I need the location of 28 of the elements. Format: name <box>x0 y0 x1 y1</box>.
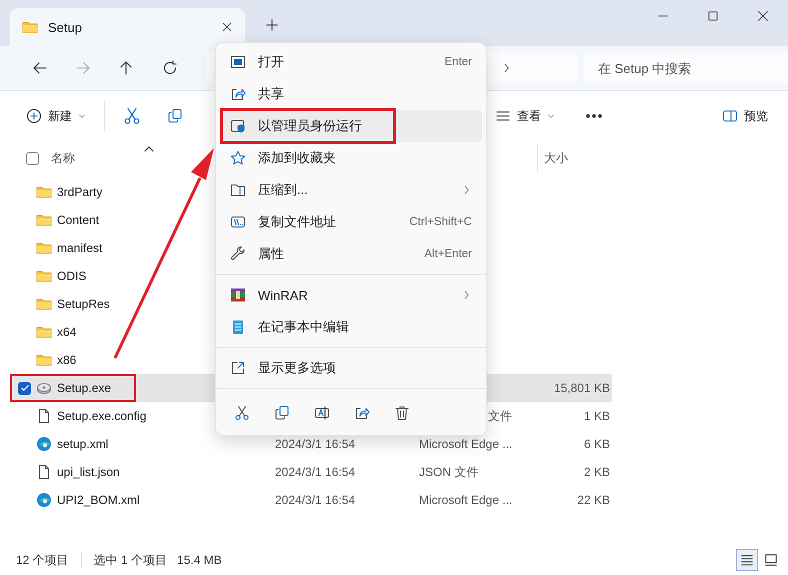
file-name: ODIS <box>57 269 86 283</box>
file-name: x86 <box>57 353 76 367</box>
file-name: SetupRes <box>57 297 110 311</box>
file-name: 3rdParty <box>57 185 102 199</box>
size-cell: 2 KB <box>584 465 610 479</box>
selection-count: 选中 1 个项目 <box>94 552 168 568</box>
file-name: Setup.exe <box>57 381 112 395</box>
file-name: setup.xml <box>57 437 108 451</box>
type-cell: Microsoft Edge ... <box>419 437 512 451</box>
date-cell: 2024/3/1 16:54 <box>275 437 356 451</box>
date-cell: 2024/3/1 16:54 <box>275 493 356 507</box>
type-cell: 文件 <box>488 408 512 422</box>
highlight-frame: 以管理员身份运行 <box>222 110 394 142</box>
type-cell: Microsoft Edge ... <box>419 493 512 507</box>
item-count: 12 个项目 <box>16 552 69 568</box>
size-cell: 15,801 KB <box>554 381 610 395</box>
size-cell: 22 KB <box>577 493 610 507</box>
file-name: upi_list.json <box>57 465 120 479</box>
size-cell: 1 KB <box>584 409 610 423</box>
date-cell: 2024/3/1 16:54 <box>275 465 356 479</box>
file-name: x64 <box>57 325 76 339</box>
file-name: Setup.exe.config <box>57 409 146 423</box>
file-name: UPI2_BOM.xml <box>57 493 140 507</box>
file-name: Content <box>57 213 100 227</box>
type-cell: JSON 文件 <box>419 464 478 478</box>
size-cell: 6 KB <box>584 437 610 451</box>
file-name: manifest <box>57 241 102 255</box>
selection-size: 15.4 MB <box>177 553 222 567</box>
